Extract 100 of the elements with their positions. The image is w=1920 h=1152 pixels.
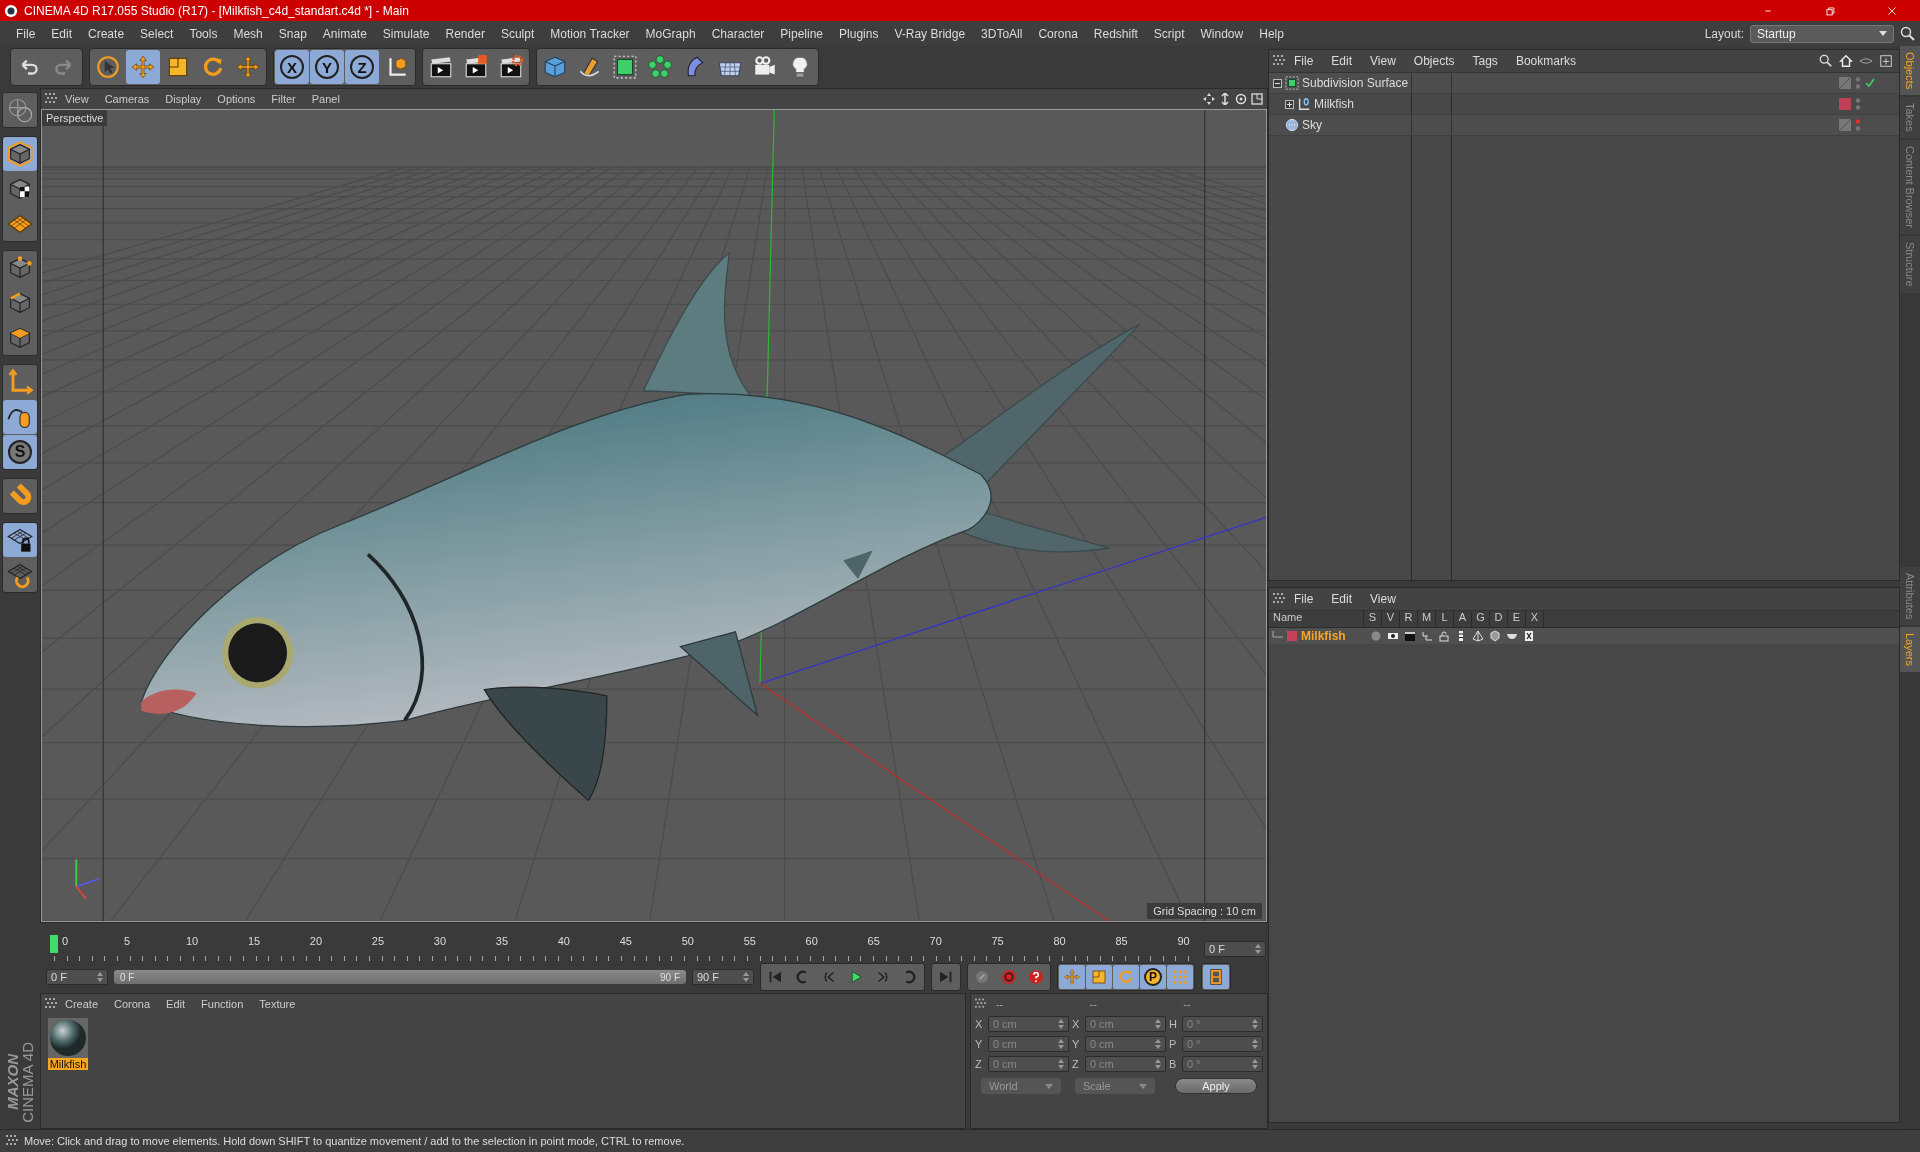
menu-item[interactable]: Select [132, 26, 182, 41]
material-name[interactable]: Milkfish [47, 1058, 89, 1070]
axis-lock-button[interactable]: Z [345, 50, 379, 84]
spinner-arrows-icon[interactable] [1252, 1039, 1258, 1049]
xref-icon[interactable] [1522, 630, 1535, 642]
maximize-view-icon[interactable] [1251, 93, 1263, 105]
spinner-arrows-icon[interactable] [1252, 1059, 1258, 1069]
column-header[interactable]: L [1436, 611, 1454, 627]
menu-item[interactable]: 3DToAll [973, 26, 1031, 41]
spinner-arrows-icon[interactable] [97, 972, 103, 982]
parameter-key-button[interactable]: P [1140, 965, 1166, 989]
mode-button[interactable] [3, 523, 37, 557]
menu-item[interactable]: Edit [1322, 592, 1362, 606]
menu-item[interactable]: Animate [314, 26, 375, 41]
menu-item[interactable]: Function [193, 998, 252, 1010]
spinner-arrows-icon[interactable] [1155, 1019, 1161, 1029]
menu-item[interactable]: Render [437, 26, 493, 41]
column-header[interactable]: Name [1269, 611, 1364, 627]
mode-button[interactable] [3, 137, 37, 171]
home-icon[interactable] [1839, 54, 1853, 68]
menu-item[interactable]: Corona [106, 998, 159, 1010]
menu-item[interactable]: Redshift [1085, 26, 1146, 41]
menu-item[interactable]: Objects [1404, 54, 1464, 68]
menu-item[interactable]: Filter [263, 93, 304, 105]
spinner-arrows-icon[interactable] [1155, 1039, 1161, 1049]
spinner-arrows-icon[interactable] [743, 972, 749, 982]
menu-item[interactable]: View [1361, 54, 1405, 68]
visibility-dots-icon[interactable] [1855, 97, 1861, 111]
shield-icon[interactable] [1488, 630, 1501, 642]
menu-item[interactable]: Create [57, 998, 107, 1010]
checkmark-icon[interactable] [1865, 78, 1875, 88]
menu-item[interactable]: Tools [181, 26, 226, 41]
hierarchy-icon[interactable] [1420, 630, 1433, 642]
spinner-arrows-icon[interactable] [1058, 1019, 1064, 1029]
menu-item[interactable]: Character [703, 26, 773, 41]
apply-button[interactable]: Apply [1175, 1078, 1257, 1094]
menu-item[interactable]: V-Ray Bridge [886, 26, 974, 41]
column-header[interactable]: E [1508, 611, 1526, 627]
axis-lock-button[interactable]: Y [310, 50, 344, 84]
menu-item[interactable]: Snap [270, 26, 315, 41]
playback-button[interactable] [1203, 965, 1229, 989]
expand-icon[interactable] [1285, 99, 1294, 109]
menu-item[interactable]: File [1285, 54, 1323, 68]
menu-item[interactable]: Texture [251, 998, 304, 1010]
axis-lock-button[interactable]: X [275, 50, 309, 84]
menu-item[interactable]: Mesh [225, 26, 271, 41]
panel-grip-icon[interactable] [975, 998, 986, 1010]
menu-item[interactable]: View [1361, 592, 1405, 606]
column-header[interactable]: S [1364, 611, 1382, 627]
menu-item[interactable]: Cameras [96, 93, 158, 105]
panel-grip-icon[interactable] [1273, 55, 1285, 67]
layer-row[interactable]: Milkfish [1269, 628, 1899, 644]
panel-grip-icon[interactable] [45, 998, 57, 1010]
playback-button[interactable] [1086, 965, 1112, 989]
menu-item[interactable]: Edit [158, 998, 194, 1010]
object-row[interactable]: Subdivision Surface [1269, 73, 1899, 94]
layout-dropdown[interactable]: Startup [1750, 24, 1894, 43]
side-tab[interactable]: Layers [1900, 627, 1920, 673]
menu-item[interactable]: Edit [43, 26, 81, 41]
menu-item[interactable]: Window [1192, 26, 1252, 41]
spinner-arrows-icon[interactable] [1058, 1059, 1064, 1069]
search-icon[interactable] [1900, 25, 1916, 42]
current-frame-field[interactable]: 0 F [1204, 941, 1266, 957]
menu-item[interactable]: Corona [1030, 26, 1086, 41]
column-header[interactable]: V [1382, 611, 1400, 627]
menu-item[interactable]: View [57, 93, 97, 105]
solo-dot-icon[interactable] [1369, 630, 1382, 642]
spinner-arrows-icon[interactable] [1058, 1039, 1064, 1049]
move-view-icon[interactable] [1203, 93, 1215, 105]
menu-item[interactable]: File [1285, 592, 1323, 606]
layer-name[interactable]: Milkfish [1301, 629, 1367, 643]
zoom-view-icon[interactable] [1219, 93, 1231, 105]
menu-item[interactable]: Panel [303, 93, 348, 105]
menu-item[interactable]: Sculpt [492, 26, 543, 41]
object-row[interactable]: Sky [1269, 115, 1899, 136]
menu-item[interactable]: Simulate [374, 26, 438, 41]
menu-item[interactable]: Bookmarks [1506, 54, 1585, 68]
column-header[interactable]: X [1526, 611, 1544, 627]
menu-item[interactable]: Options [209, 93, 264, 105]
menu-item[interactable]: Pipeline [772, 26, 832, 41]
eye-icon[interactable] [1386, 630, 1399, 642]
material-ball-icon[interactable] [48, 1018, 88, 1058]
column-header[interactable]: A [1454, 611, 1472, 627]
column-header[interactable]: G [1472, 611, 1490, 627]
start-frame-field[interactable]: 0 F [46, 969, 108, 985]
collapse-icon[interactable] [1273, 78, 1282, 88]
menu-item[interactable]: Script [1145, 26, 1193, 41]
object-row[interactable]: Milkfish [1269, 94, 1899, 115]
snap-button[interactable]: S [3, 435, 37, 469]
new-panel-icon[interactable] [1879, 54, 1893, 68]
clapperboard-icon[interactable] [1403, 630, 1416, 642]
menu-item[interactable]: File [8, 26, 44, 41]
menu-item[interactable]: Motion Tracker [542, 26, 638, 41]
menu-item[interactable]: Display [157, 93, 210, 105]
orbit-view-icon[interactable] [1235, 93, 1247, 105]
padlock-icon[interactable] [1437, 630, 1450, 642]
end-frame-field[interactable]: 90 F [692, 969, 754, 985]
playhead-marker[interactable] [50, 935, 58, 953]
menu-item[interactable]: Tags [1463, 54, 1507, 68]
visibility-dots-icon[interactable] [1855, 76, 1861, 90]
